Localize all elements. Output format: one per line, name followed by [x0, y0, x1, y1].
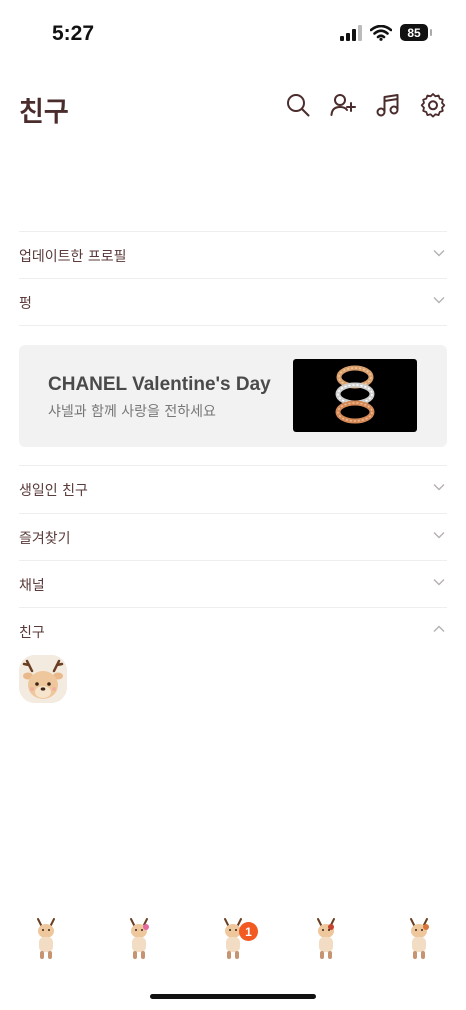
- tab-shopping-character-icon[interactable]: [312, 918, 340, 962]
- reindeer-avatar-icon: [19, 655, 67, 703]
- status-time: 5:27: [52, 22, 95, 45]
- battery-indicator: 85: [400, 24, 432, 41]
- tab-chats-character-icon[interactable]: [125, 918, 153, 962]
- section-label: 생일인 친구: [19, 483, 88, 499]
- section-updated-profiles[interactable]: 업데이트한 프로필: [19, 231, 447, 278]
- section-label: 즐겨찾기: [19, 531, 71, 547]
- tab-friends-character-icon[interactable]: [32, 918, 60, 962]
- wifi-icon: [370, 24, 392, 41]
- page-title: 친구: [19, 97, 69, 128]
- settings-icon[interactable]: [420, 92, 446, 118]
- music-icon[interactable]: [375, 92, 401, 118]
- chevron-down-icon: [433, 250, 445, 257]
- section-friends[interactable]: 친구: [19, 607, 447, 654]
- chevron-up-icon: [433, 625, 445, 632]
- section-label: 펑: [19, 296, 32, 312]
- section-label: 업데이트한 프로필: [19, 249, 127, 265]
- ad-banner[interactable]: CHANEL Valentine's Day 샤넬과 함께 사랑을 전하세요: [19, 345, 447, 447]
- search-icon[interactable]: [285, 92, 311, 118]
- status-bar: 5:27 85: [0, 0, 466, 70]
- header: 친구: [0, 80, 466, 136]
- section-label: 친구: [19, 625, 45, 641]
- chevron-down-icon: [433, 532, 445, 539]
- section-favorites[interactable]: 즐겨찾기: [19, 513, 447, 560]
- status-icons: 85: [340, 24, 432, 41]
- ad-title: CHANEL Valentine's Day: [48, 374, 271, 395]
- chevron-down-icon: [433, 297, 445, 304]
- bottom-tab-bar: [0, 918, 466, 966]
- notification-badge: 1: [239, 922, 258, 941]
- ad-subtitle: 샤넬과 함께 사랑을 전하세요: [48, 404, 216, 420]
- ad-rings-image: [293, 359, 417, 432]
- section-birthday-friends[interactable]: 생일인 친구: [19, 465, 447, 512]
- section-channels[interactable]: 채널: [19, 560, 447, 607]
- home-indicator[interactable]: [150, 994, 316, 999]
- friend-avatar[interactable]: [19, 655, 67, 703]
- section-pyeong[interactable]: 펑: [19, 278, 447, 325]
- rings-illustration: [335, 365, 375, 424]
- header-actions: [285, 92, 446, 118]
- chevron-down-icon: [433, 579, 445, 586]
- chevron-down-icon: [433, 484, 445, 491]
- signal-icon: [340, 24, 362, 41]
- add-friend-icon[interactable]: [330, 92, 356, 118]
- section-label: 채널: [19, 578, 45, 594]
- divider: [19, 325, 447, 326]
- tab-more-character-icon[interactable]: [405, 918, 433, 962]
